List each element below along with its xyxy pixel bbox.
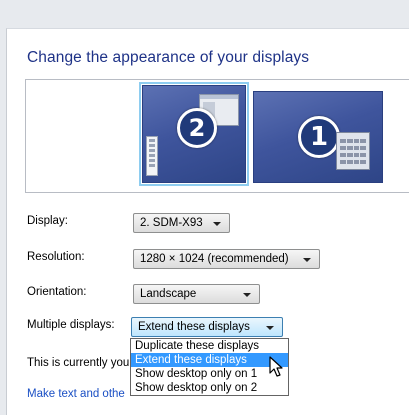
chevron-down-icon (266, 326, 274, 330)
orientation-select[interactable]: Landscape (133, 284, 260, 304)
mouse-pointer-icon (269, 356, 283, 377)
status-text: This is currently you (27, 357, 130, 369)
display-settings-window: Change the appearance of your displays 2… (6, 28, 409, 415)
monitor-2-number-badge: 2 (177, 108, 217, 148)
calculator-graphic (336, 132, 370, 170)
multiple-displays-label: Multiple displays: (27, 319, 115, 331)
monitor-preview-area: 2 1 (25, 79, 409, 193)
option-show-only-on-2[interactable]: Show desktop only on 2 (131, 381, 288, 395)
multiple-displays-select[interactable]: Extend these displays (131, 317, 283, 337)
option-extend-displays[interactable]: Extend these displays (131, 353, 288, 367)
page-title: Change the appearance of your displays (27, 49, 310, 66)
display-select[interactable]: 2. SDM-X93 (133, 213, 230, 233)
resolution-select[interactable]: 1280 × 1024 (recommended) (133, 249, 320, 269)
option-duplicate-displays[interactable]: Duplicate these displays (131, 339, 288, 353)
chevron-down-icon (243, 293, 251, 297)
monitor-1[interactable]: 1 (253, 91, 383, 183)
monitor-1-number-badge: 1 (298, 116, 340, 158)
resolution-select-value: 1280 × 1024 (recommended) (140, 253, 289, 265)
option-show-only-on-1[interactable]: Show desktop only on 1 (131, 367, 288, 381)
resolution-label: Resolution: (27, 251, 85, 263)
mini-start-menu-graphic (146, 136, 158, 176)
chevron-down-icon (303, 258, 311, 262)
multiple-displays-select-value: Extend these displays (138, 321, 250, 333)
display-label: Display: (27, 215, 68, 227)
text-size-link[interactable]: Make text and othe (27, 388, 125, 400)
multiple-displays-dropdown-list: Duplicate these displays Extend these di… (130, 338, 289, 396)
orientation-label: Orientation: (27, 286, 87, 298)
chevron-down-icon (213, 222, 221, 226)
monitor-2[interactable]: 2 (139, 82, 249, 186)
orientation-select-value: Landscape (140, 288, 197, 300)
display-select-value: 2. SDM-X93 (140, 217, 203, 229)
